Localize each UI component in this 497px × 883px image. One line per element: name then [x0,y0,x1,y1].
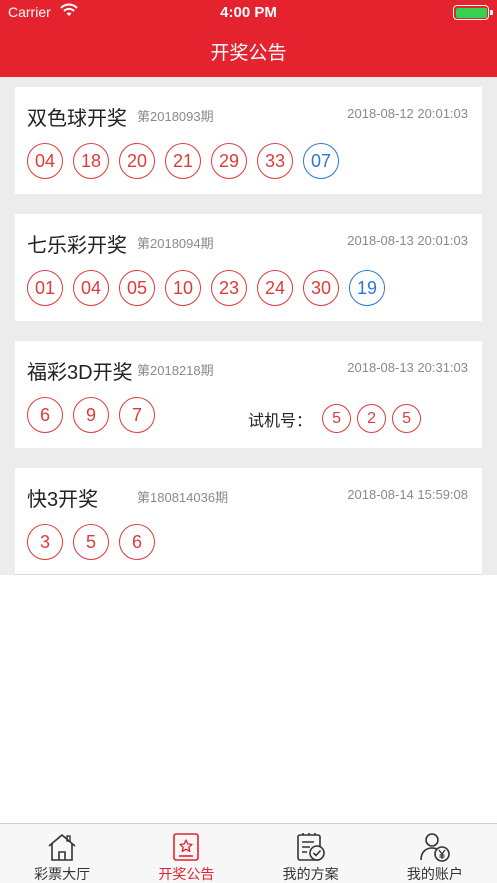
tab-my-plans[interactable]: 我的方案 [249,824,373,883]
status-bar: Carrier 4:00 PM [0,0,497,24]
red-ball: 05 [119,270,155,306]
battery-icon [453,5,493,20]
lottery-name: 福彩3D开奖 [27,362,133,384]
lottery-name: 七乐彩开奖 [27,235,127,257]
draw-result-list: 双色球开奖 第2018093期 2018-08-12 20:01:03 04 1… [0,77,497,575]
page-title: 开奖公告 [210,43,287,64]
red-ball: 3 [27,524,63,560]
ball-row: 01 04 05 10 23 24 30 19 [27,270,385,306]
lottery-card-qlc[interactable]: 七乐彩开奖 第2018094期 2018-08-13 20:01:03 01 0… [15,214,482,321]
lottery-date: 2018-08-12 20:01:03 [347,106,468,121]
red-ball: 04 [27,143,63,179]
ball-row: 04 18 20 21 29 33 07 [27,143,339,179]
red-ball: 20 [119,143,155,179]
lottery-card-ssq[interactable]: 双色球开奖 第2018093期 2018-08-12 20:01:03 04 1… [15,87,482,194]
blue-ball: 19 [349,270,385,306]
status-time: 4:00 PM [220,4,277,21]
trial-numbers: 试机号： 5 2 5 [248,404,422,433]
plan-icon [296,833,325,861]
lottery-date: 2018-08-13 20:31:03 [347,360,468,375]
tab-label: 开奖公告 [158,866,215,882]
account-icon [420,833,450,862]
red-ball: 10 [165,270,201,306]
red-ball: 23 [211,270,247,306]
lottery-name: 快3开奖 [27,489,99,511]
announcement-icon [173,833,200,861]
lottery-issue: 第180814036期 [137,490,229,505]
red-ball: 30 [303,270,339,306]
red-ball: 24 [257,270,293,306]
red-ball: 04 [73,270,109,306]
red-ball: 29 [211,143,247,179]
tab-label: 我的方案 [282,866,339,882]
app-header: Carrier 4:00 PM 开奖公告 [0,0,497,77]
tab-my-account[interactable]: 我的账户 [373,824,497,883]
trial-ball: 2 [357,404,387,433]
red-ball: 7 [119,397,155,433]
result-section: 双色球开奖 第2018093期 2018-08-12 20:01:03 04 1… [0,77,497,204]
blue-ball: 07 [303,143,339,179]
ball-row: 6 9 7 [27,397,155,433]
lottery-issue: 第2018094期 [137,236,214,251]
lottery-card-k3[interactable]: 快3开奖 第180814036期 2018-08-14 15:59:08 3 5… [15,468,482,575]
tab-label: 彩票大厅 [34,866,91,882]
lottery-card-3d[interactable]: 福彩3D开奖 第2018218期 2018-08-13 20:31:03 6 9… [15,341,482,448]
red-ball: 6 [119,524,155,560]
result-section: 快3开奖 第180814036期 2018-08-14 15:59:08 3 5… [0,458,497,575]
lottery-issue: 第2018093期 [137,109,214,124]
tab-announcement[interactable]: 开奖公告 [124,824,248,883]
trial-label: 试机号： [248,412,313,430]
home-icon [48,834,76,861]
tab-bar: 彩票大厅 开奖公告 我的方案 我的账户 [0,823,497,883]
tab-label: 我的账户 [406,866,463,882]
trial-ball: 5 [392,404,422,433]
ball-row: 3 5 6 [27,524,155,560]
red-ball: 33 [257,143,293,179]
red-ball: 9 [73,397,109,433]
tab-lottery-hall[interactable]: 彩票大厅 [0,824,124,883]
red-ball: 21 [165,143,201,179]
lottery-date: 2018-08-13 20:01:03 [347,233,468,248]
lottery-name: 双色球开奖 [27,108,127,130]
red-ball: 01 [27,270,63,306]
lottery-date: 2018-08-14 15:59:08 [347,487,468,502]
red-ball: 5 [73,524,109,560]
result-section: 七乐彩开奖 第2018094期 2018-08-13 20:01:03 01 0… [0,204,497,331]
trial-ball-row: 5 2 5 [322,404,422,433]
red-ball: 18 [73,143,109,179]
result-section: 福彩3D开奖 第2018218期 2018-08-13 20:31:03 6 9… [0,331,497,458]
red-ball: 6 [27,397,63,433]
trial-ball: 5 [322,404,352,433]
lottery-issue: 第2018218期 [137,363,214,378]
